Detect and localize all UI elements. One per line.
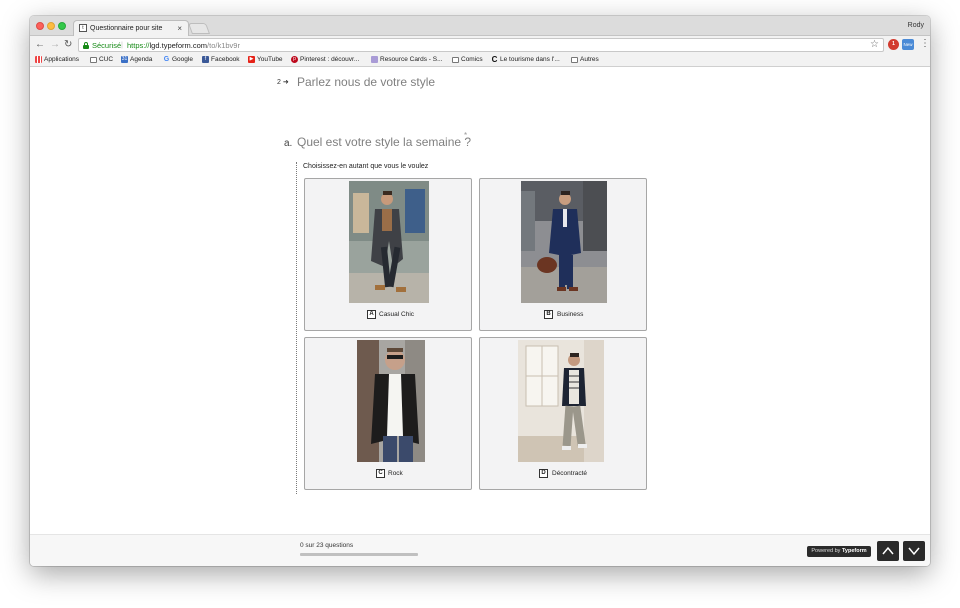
choice-key-b: B [544,310,553,319]
bookmark-autres[interactable]: Autres [571,56,599,63]
question-number: 2 ➜ [277,78,289,86]
url-path: /to/k1bv9r [207,41,240,50]
profile-button[interactable]: Rody [908,22,924,29]
bookmark-star-icon[interactable]: ☆ [870,39,879,50]
bookmark-cuc[interactable]: CUC [90,56,113,63]
section-title: Parlez nous de votre style [297,75,436,89]
multi-select-hint: Choisissez-en autant que vous le voulez [303,163,429,170]
form-footer: 0 sur 23 questions Powered by Typeform [30,534,930,566]
powered-by-typeform-badge[interactable]: Powered by Typeform [807,546,871,557]
choice-photo-business [521,181,607,303]
chevron-down-icon [908,547,920,556]
bookmark-applications[interactable]: Applications [35,56,79,63]
tab-strip: t Questionnaire pour site × Rody [30,16,930,36]
reload-icon[interactable]: ↻ [64,39,72,51]
bookmark-google[interactable]: G Google [163,56,193,63]
extension-badge-icon[interactable]: 1 [888,39,899,50]
bookmark-tourisme[interactable]: C Le tourisme dans l'... [491,55,560,64]
kebab-menu-icon[interactable]: ⋮ [920,38,930,49]
browser-toolbar: ← → ↻ Sécurisé | https://lgd.typeform.co… [30,36,930,54]
choice-label-casual-chic: Casual Chic [379,311,415,318]
facebook-icon: f [202,56,209,63]
choice-photo-casual-chic [349,181,429,303]
bookmark-facebook[interactable]: f Facebook [202,56,240,63]
progress-bar [300,553,418,556]
bookmark-resource-cards[interactable]: Resource Cards - S... [371,56,443,63]
calendar-icon: 31 [121,56,128,63]
minimize-window-button[interactable] [47,22,55,30]
bookmark-label: Pinterest : découvr... [300,56,360,63]
powered-prefix: Powered by [811,548,841,554]
folder-icon [571,56,578,63]
forward-arrow-icon[interactable]: → [50,39,60,51]
chevron-up-icon [882,546,894,555]
bookmark-label: Comics [461,56,483,63]
page-content: 2 ➜ Parlez nous de votre style a. Quel e… [30,68,930,534]
youtube-icon: ▶ [248,56,255,63]
choice-label-decontracte: Décontracté [552,470,588,477]
question-number-value: 2 [277,79,281,86]
url-separator: | [121,40,123,49]
bookmark-label: Facebook [211,56,240,63]
question-letter: a. [284,138,293,149]
choice-key-a: A [367,310,376,319]
bookmark-label: YouTube [257,56,283,63]
arrow-right-icon: ➜ [282,79,289,86]
secure-label: Sécurisé [92,41,122,50]
bookmark-label: CUC [99,56,114,63]
next-question-button[interactable] [903,541,925,561]
progress-text: 0 sur 23 questions [300,542,354,549]
choice-label-rock: Rock [388,470,403,477]
resource-cards-icon [371,56,378,63]
pinterest-icon: p [291,56,298,63]
bookmark-pinterest[interactable]: p Pinterest : découvr... [291,56,359,63]
typeform-favicon-icon: t [79,24,87,32]
choice-photo-rock [357,340,425,462]
bookmark-agenda[interactable]: 31 Agenda [121,56,152,63]
folder-icon [90,56,97,63]
choice-decontracte[interactable]: D Décontracté [479,337,647,490]
question-text: Quel est votre style la semaine ? [297,135,472,149]
bookmark-label: Resource Cards - S... [380,56,443,63]
folder-icon [452,56,459,63]
apps-grid-icon [35,56,42,63]
close-window-button[interactable] [36,22,44,30]
lock-icon [83,42,89,49]
choice-business[interactable]: B Business [479,178,647,331]
choice-key-d: D [539,469,548,478]
tab-title: Questionnaire pour site [90,25,163,32]
url-text[interactable]: https://lgd.typeform.com/to/k1bv9r [127,41,240,50]
extension-new-icon[interactable]: New [902,39,914,50]
google-icon: G [163,56,170,63]
powered-brand: Typeform [841,548,867,554]
previous-question-button[interactable] [877,541,899,561]
new-tab-button[interactable] [187,23,211,34]
url-scheme: https:// [127,41,150,50]
bookmark-label: Google [172,56,193,63]
choice-rock[interactable]: C Rock [304,337,472,490]
back-arrow-icon[interactable]: ← [35,39,45,51]
bookmarks-bar: Applications CUC 31 Agenda G Google f Faceb… [30,54,930,67]
choice-photo-decontracte [518,340,604,462]
choice-label-business: Business [557,311,584,318]
bookmark-label: Autres [580,56,599,63]
required-marker: * [464,131,468,140]
close-tab-icon[interactable]: × [177,24,182,33]
address-bar[interactable]: Sécurisé | https://lgd.typeform.com/to/k… [78,38,884,52]
choice-key-c: C [376,469,385,478]
browser-window: t Questionnaire pour site × Rody ← → ↻ S… [30,16,930,566]
choice-casual-chic[interactable]: A Casual Chic [304,178,472,331]
bookmark-label: Le tourisme dans l'... [500,56,560,63]
zoom-window-button[interactable] [58,22,66,30]
tab-questionnaire[interactable]: t Questionnaire pour site × [73,20,189,36]
answer-guide-line [296,162,297,494]
url-host: lgd.typeform.com [149,41,208,50]
bookmark-label: Agenda [130,56,153,63]
bookmark-label: Applications [44,56,80,63]
c-logo-icon: C [491,55,498,64]
bookmark-comics[interactable]: Comics [452,56,483,63]
bookmark-youtube[interactable]: ▶ YouTube [248,56,283,63]
